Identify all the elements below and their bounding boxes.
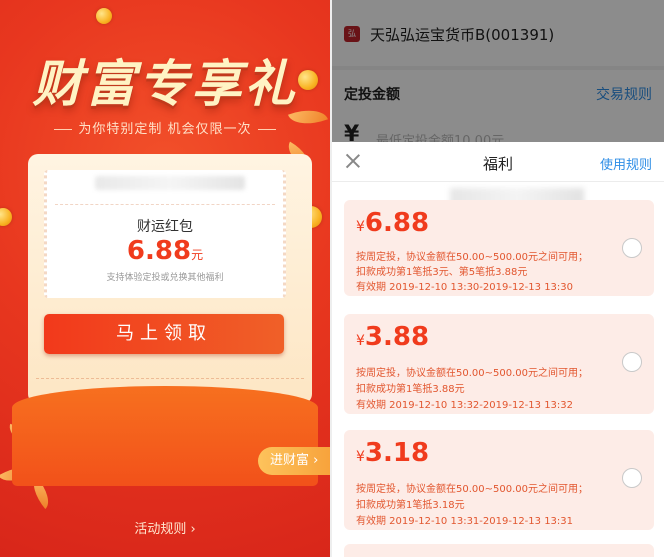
divider bbox=[257, 129, 276, 130]
promo-panel: 财富专享礼 为你特别定制 机会仅限一次 财运红包 6.88元 支持体验定投或兑换… bbox=[0, 0, 330, 557]
coupon-value: ¥6.88 bbox=[356, 208, 429, 238]
coupon-deduction: 扣款成功第1笔抵3.18元 bbox=[356, 500, 465, 511]
coupon-amount-unit: 元 bbox=[191, 248, 204, 262]
divider bbox=[54, 129, 73, 130]
yen-symbol: ¥ bbox=[356, 449, 365, 465]
coupon-card[interactable]: ¥6.88 按周定投，协议金额在50.00~500.00元之间可用； 扣款成功第… bbox=[344, 200, 654, 296]
coupon-amount-value: 6.88 bbox=[126, 236, 192, 266]
divider bbox=[36, 378, 304, 379]
coupon-card-partial bbox=[344, 544, 654, 557]
coupon-validity: 有效期 2019-12-10 13:31-2019-12-13 13:31 bbox=[356, 516, 574, 527]
coupon-validity: 有效期 2019-12-10 13:30-2019-12-13 13:30 bbox=[356, 282, 574, 293]
coupon-value: ¥3.88 bbox=[356, 322, 429, 352]
promo-subtitle-text: 为你特别定制 机会仅限一次 bbox=[78, 122, 252, 137]
coupon-radio[interactable] bbox=[622, 468, 642, 488]
gold-coin-icon bbox=[96, 8, 112, 24]
usage-rules-link[interactable]: 使用规则 bbox=[600, 154, 652, 173]
modal-overlay[interactable] bbox=[332, 0, 664, 144]
coupon-value-number: 3.18 bbox=[364, 438, 430, 468]
gold-coin-icon bbox=[0, 208, 12, 226]
coupon-condition: 按周定投，协议金额在50.00~500.00元之间可用； bbox=[356, 368, 588, 379]
claim-button[interactable]: 马上领取 bbox=[44, 314, 284, 354]
enter-wealth-button[interactable]: 进财富 › bbox=[258, 447, 330, 475]
sheet-header: 福利 使用规则 bbox=[332, 142, 664, 182]
promo-title: 财富专享礼 bbox=[32, 55, 298, 113]
coupon-validity: 有效期 2019-12-10 13:32-2019-12-13 13:32 bbox=[356, 400, 574, 411]
coupon-deduction: 扣款成功第1笔抵3.88元 bbox=[356, 384, 465, 395]
coupon-value-number: 3.88 bbox=[364, 322, 430, 352]
coupon-ticket: 财运红包 6.88元 支持体验定投或兑换其他福利 bbox=[44, 170, 286, 298]
coupon-radio[interactable] bbox=[622, 352, 642, 372]
coupon-value-number: 6.88 bbox=[364, 208, 430, 238]
coupon-condition: 按周定投，协议金额在50.00~500.00元之间可用； bbox=[356, 484, 588, 495]
coupon-condition: 按周定投，协议金额在50.00~500.00元之间可用； bbox=[356, 252, 588, 263]
coupon-value: ¥3.18 bbox=[356, 438, 429, 468]
coupon-note: 支持体验定投或兑换其他福利 bbox=[106, 273, 224, 283]
coupon-deduction: 扣款成功第1笔抵3元、第5笔抵3.88元 bbox=[356, 267, 528, 278]
divider bbox=[55, 204, 275, 205]
coupon-card[interactable]: ¥3.18 按周定投，协议金额在50.00~500.00元之间可用； 扣款成功第… bbox=[344, 430, 654, 530]
coupon-name: 财运红包 bbox=[137, 219, 193, 235]
coupon-amount: 6.88元 bbox=[47, 236, 283, 266]
activity-rules-link[interactable]: 活动规则 › bbox=[0, 518, 330, 537]
coupon-card[interactable]: ¥3.88 按周定投，协议金额在50.00~500.00元之间可用； 扣款成功第… bbox=[344, 314, 654, 414]
blurred-text bbox=[95, 176, 245, 190]
promo-subtitle: 为你特别定制 机会仅限一次 bbox=[0, 118, 330, 137]
yen-symbol: ¥ bbox=[356, 219, 365, 235]
yen-symbol: ¥ bbox=[356, 333, 365, 349]
benefits-panel: 弘 天弘弘运宝货币B(001391) 定投金额 交易规则 ¥ 最低定投金额10.… bbox=[332, 0, 664, 557]
coupon-radio[interactable] bbox=[622, 238, 642, 258]
benefits-sheet: 福利 使用规则 ¥6.88 按周定投，协议金额在50.00~500.00元之间可… bbox=[332, 142, 664, 557]
